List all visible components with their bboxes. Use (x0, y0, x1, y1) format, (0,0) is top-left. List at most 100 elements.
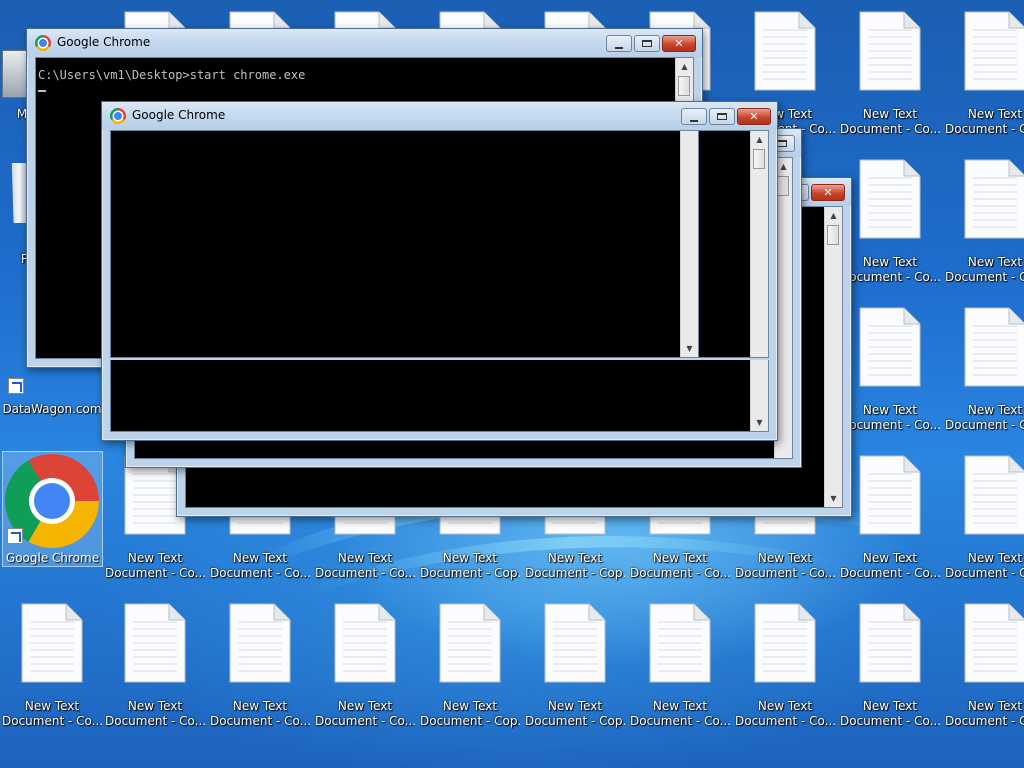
desktop-icon-text-document[interactable]: New TextDocument - Co... (945, 454, 1024, 594)
desktop-icon-label-line2: Document - Co... (735, 714, 835, 728)
desktop-icon-label-line1: New Text (757, 699, 813, 713)
maximize-icon (717, 113, 727, 120)
maximize-icon (777, 140, 787, 147)
maximize-button[interactable] (634, 35, 660, 52)
window-title: Google Chrome (57, 35, 151, 49)
desktop-icon-text-document[interactable]: New Text Document - Co... (2, 602, 102, 742)
chrome-icon (110, 108, 126, 124)
desktop-icon-label-line2: Document - Co... (840, 270, 940, 284)
desktop-icon-text-document[interactable]: New TextDocument - Co... (945, 158, 1024, 298)
text-document-icon (20, 602, 84, 684)
desktop-icon-text-document[interactable]: New TextDocument - Co... (945, 10, 1024, 150)
text-document-icon (858, 454, 922, 536)
maximize-button[interactable] (709, 108, 735, 125)
vertical-scrollbar[interactable]: ▲ ▼ (824, 207, 842, 507)
desktop-icon-label-line2: Document - Cop... (525, 566, 625, 580)
text-document-icon (648, 602, 712, 684)
text-document-icon (123, 602, 187, 684)
desktop-icon-label-line1: New Text (757, 551, 813, 565)
desktop-icon-label-line2: Document - Co... (315, 566, 415, 580)
scroll-thumb[interactable] (777, 176, 789, 196)
desktop-icon-text-document[interactable]: New TextDocument - Co... (945, 602, 1024, 742)
minimize-icon (690, 120, 698, 122)
close-button[interactable]: ✕ (811, 184, 845, 201)
console-area[interactable]: ▼ (110, 130, 699, 358)
text-document-icon (753, 602, 817, 684)
desktop-icon-label-line1: New Text (652, 699, 708, 713)
shortcut-arrow-icon (7, 528, 23, 544)
scroll-down-icon[interactable]: ▼ (825, 490, 842, 507)
scroll-thumb[interactable] (678, 76, 690, 96)
text-document-icon (858, 602, 922, 684)
desktop-icon-label-line2: Document - Co... (945, 566, 1024, 580)
desktop-icon-label-line1: New Text (24, 699, 80, 713)
desktop-icon-text-document[interactable]: New TextDocument - Co... (315, 602, 415, 742)
desktop-icon-partial-recycle-bin[interactable]: R (0, 155, 29, 295)
scroll-up-icon[interactable]: ▲ (676, 58, 693, 75)
text-document-icon (438, 602, 502, 684)
maximize-icon (642, 40, 652, 47)
console-window-front[interactable]: Google Chrome ✕ ▼ ▼ ▲ (101, 101, 778, 441)
scroll-down-icon[interactable]: ▼ (681, 340, 698, 357)
vertical-scrollbar[interactable]: ▲ (750, 131, 768, 357)
text-document-icon (543, 602, 607, 684)
vertical-scrollbar[interactable]: ▼ (680, 131, 698, 357)
desktop-icon-text-document[interactable]: New TextDocument - Co... (735, 602, 835, 742)
desktop-icon-text-document[interactable]: New TextDocument - Co... (945, 306, 1024, 446)
desktop-icon-text-document[interactable]: New TextDocument - Co... (630, 602, 730, 742)
desktop-icon-label-line2: Document - Co... (945, 270, 1024, 284)
scroll-thumb[interactable] (827, 225, 839, 245)
text-document-icon (963, 10, 1024, 92)
scroll-down-icon[interactable]: ▼ (751, 414, 768, 431)
desktop-icon-label-line1: New Text (127, 699, 183, 713)
desktop-icon-label-line2: Document - Co... (630, 566, 730, 580)
desktop-icon-text-document[interactable]: New TextDocument - Co... (105, 602, 205, 742)
desktop-icon-text-document[interactable]: New TextDocument - Co... (840, 602, 940, 742)
desktop-icon-label-line2: Document - Cop... (525, 714, 625, 728)
desktop-icon-label-line1: New Text (862, 403, 918, 417)
desktop-icon-label-line1: New Text (127, 551, 183, 565)
scroll-up-icon[interactable]: ▲ (825, 207, 842, 224)
desktop-icon-text-document[interactable]: New Text Document - Cop... (525, 602, 625, 742)
desktop-shortcut-label: Google Chrome (5, 551, 100, 565)
desktop-icon-text-document[interactable]: New TextDocument - Co... (840, 10, 940, 150)
text-document-icon (963, 158, 1024, 240)
title-bar[interactable]: Google Chrome ✕ (27, 29, 702, 57)
desktop-icon-label-line1: New Text (232, 699, 288, 713)
desktop-icon-text-document[interactable]: New TextDocument - Co... (840, 454, 940, 594)
desktop-icon-label-line2: Document - Cop... (420, 566, 520, 580)
desktop-icon-partial-computer[interactable]: M (0, 10, 28, 150)
desktop-icon-label-line1: New Text (337, 551, 393, 565)
desktop-icon-text-document[interactable]: New TextDocument - Co... (210, 602, 310, 742)
text-document-icon (753, 10, 817, 92)
minimize-icon (615, 47, 623, 49)
desktop-icon-label-line2: Document - Co... (840, 566, 940, 580)
close-button[interactable]: ✕ (737, 108, 771, 125)
minimize-button[interactable] (681, 108, 707, 125)
window-title: Google Chrome (132, 108, 226, 122)
desktop-icon-label-line2: Document - Co... (210, 566, 310, 580)
desktop-icon-label-line1: New Text (862, 551, 918, 565)
desktop-icon-label-line1: New Text (967, 551, 1023, 565)
console-area-right[interactable]: ▲ (699, 130, 769, 358)
desktop-icon-text-document[interactable]: New TextDocument - Co... (840, 158, 940, 298)
vertical-scrollbar[interactable]: ▼ (750, 360, 768, 431)
scroll-up-icon[interactable]: ▲ (751, 131, 768, 148)
close-icon: ✕ (674, 36, 684, 50)
title-bar[interactable]: Google Chrome ✕ (102, 102, 777, 130)
desktop-icon-text-document[interactable]: New Text Document - Cop... (420, 602, 520, 742)
desktop-icon-label-line1: New Text (967, 403, 1023, 417)
console-area-lower[interactable]: ▼ (110, 360, 769, 432)
close-button[interactable]: ✕ (662, 35, 696, 52)
desktop-icon-label-line1: New Text (967, 699, 1023, 713)
desktop-icon-label-line2: Document - Co... (2, 714, 102, 728)
desktop-icon-text-document[interactable]: New TextDocument - Co... (840, 306, 940, 446)
text-document-icon (963, 602, 1024, 684)
text-document-icon (228, 602, 292, 684)
scroll-thumb[interactable] (753, 149, 765, 169)
text-document-icon (858, 306, 922, 388)
minimize-button[interactable] (606, 35, 632, 52)
desktop-shortcut-google-chrome[interactable]: Google Chrome (2, 451, 103, 567)
desktop-shortcut-label: DataWagon.com (2, 402, 102, 416)
console-cursor (38, 90, 46, 92)
